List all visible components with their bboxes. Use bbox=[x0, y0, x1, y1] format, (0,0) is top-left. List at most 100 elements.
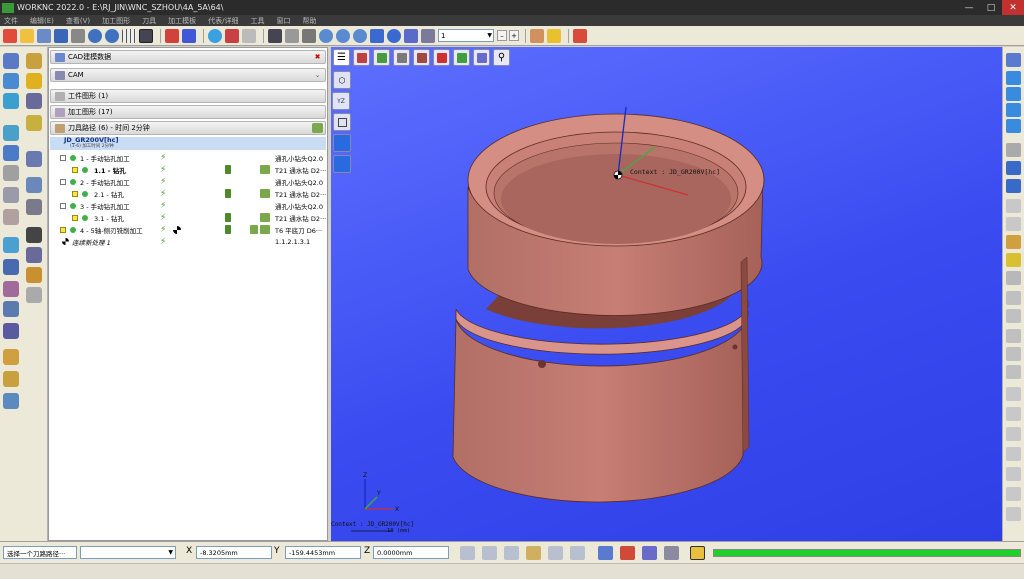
tree-checkbox[interactable] bbox=[60, 154, 66, 161]
view-combo[interactable]: 1 ▼ bbox=[438, 29, 494, 42]
tree-checkbox[interactable] bbox=[60, 178, 66, 185]
solid-icon[interactable] bbox=[3, 53, 19, 69]
select-line-icon[interactable] bbox=[504, 546, 519, 560]
layer-icon[interactable] bbox=[26, 93, 42, 109]
menu-icon[interactable]: ☰ bbox=[333, 49, 350, 66]
box-view-button[interactable] bbox=[333, 113, 351, 131]
info-icon[interactable] bbox=[598, 546, 613, 560]
light-icon[interactable] bbox=[1006, 199, 1021, 213]
cam-section-header[interactable]: CAM ⌄ bbox=[50, 68, 326, 82]
green-cube-button[interactable] bbox=[453, 49, 470, 66]
search-icon[interactable]: ⚲ bbox=[493, 49, 510, 66]
decrement-button[interactable]: – bbox=[497, 30, 507, 41]
lightning-icon[interactable] bbox=[26, 73, 42, 89]
maximize-button[interactable]: □ bbox=[980, 0, 1002, 15]
open-folder-icon[interactable] bbox=[20, 28, 34, 43]
select-box-icon[interactable] bbox=[482, 546, 497, 560]
pan-icon[interactable] bbox=[370, 28, 384, 43]
probe-icon[interactable] bbox=[26, 247, 42, 263]
wireframe-view-button[interactable] bbox=[373, 49, 390, 66]
triad-icon[interactable] bbox=[182, 28, 196, 43]
save-icon[interactable] bbox=[54, 28, 68, 43]
y-coordinate-field[interactable]: -159.4453mm bbox=[285, 546, 361, 559]
feature-icon[interactable] bbox=[26, 177, 42, 193]
point-icon[interactable] bbox=[26, 199, 42, 215]
zoom-window-icon[interactable] bbox=[319, 28, 333, 43]
material-icon[interactable] bbox=[3, 281, 19, 297]
red-cube-button[interactable] bbox=[433, 49, 450, 66]
measure-icon[interactable] bbox=[3, 301, 19, 317]
tree-checkbox[interactable] bbox=[60, 202, 66, 209]
boundary-icon[interactable] bbox=[3, 187, 19, 203]
zoom-icon[interactable] bbox=[336, 28, 350, 43]
machining-geometry-header[interactable]: 加工图形 (17) bbox=[50, 105, 326, 119]
tool-settings-icon[interactable] bbox=[530, 28, 544, 43]
export-icon[interactable] bbox=[3, 349, 19, 365]
tree-row-toolpath-3-1[interactable]: 3.1 - 钻孔 ⚡ T21 通水钻 D2··· bbox=[50, 212, 326, 224]
redo-icon[interactable] bbox=[105, 28, 119, 43]
iso-view-button[interactable]: ⬡ bbox=[333, 71, 351, 89]
tool-2-icon[interactable] bbox=[1006, 467, 1021, 481]
layers-icon[interactable] bbox=[1006, 179, 1021, 193]
select-point-icon[interactable] bbox=[526, 546, 541, 560]
display-icon[interactable] bbox=[242, 28, 256, 43]
tree-row-toolpath-2-1[interactable]: 2.1 - 钻孔 ⚡ T21 通水钻 D2··· bbox=[50, 188, 326, 200]
menu-template[interactable]: 加工模板 bbox=[168, 16, 196, 26]
shaded-view-button[interactable] bbox=[353, 49, 370, 66]
cad-section-header[interactable]: CAD建模数据 ✖ bbox=[50, 50, 326, 64]
grid-icon[interactable] bbox=[122, 28, 136, 43]
tree-checkbox[interactable] bbox=[72, 166, 78, 173]
counter-icon[interactable] bbox=[26, 227, 42, 243]
z-coordinate-field[interactable]: 0.0000mm bbox=[373, 546, 449, 559]
clip-icon[interactable] bbox=[1006, 161, 1021, 175]
hand-icon[interactable] bbox=[1006, 387, 1021, 401]
chart-icon[interactable] bbox=[642, 546, 657, 560]
drill-icon[interactable] bbox=[26, 151, 42, 167]
tree-row-toolpath-1-1[interactable]: 1.1 - 钻孔 ⚡ T21 通水钻 D2··· bbox=[50, 164, 326, 176]
book-icon[interactable] bbox=[268, 28, 282, 43]
print-icon[interactable] bbox=[71, 28, 85, 43]
tree-checkbox[interactable] bbox=[72, 214, 78, 221]
drop-icon[interactable] bbox=[1006, 407, 1021, 421]
warning-icon[interactable] bbox=[620, 546, 635, 560]
select-polygon-icon[interactable] bbox=[570, 546, 585, 560]
work-geometry-header[interactable]: 工件图形 (1) bbox=[50, 89, 326, 103]
3d-viewport[interactable]: Z X Y Context : JD_GR200V[hc] Context : … bbox=[331, 47, 1002, 541]
post-icon[interactable] bbox=[3, 371, 19, 387]
blue-cube-button[interactable] bbox=[333, 134, 351, 152]
tool-holder-icon[interactable] bbox=[3, 259, 19, 275]
cube-front-icon[interactable] bbox=[1006, 71, 1021, 85]
axis-icon[interactable] bbox=[165, 28, 179, 43]
hole-icon[interactable] bbox=[3, 165, 19, 181]
bulb-icon[interactable] bbox=[1006, 217, 1021, 231]
tool-3-icon[interactable] bbox=[1006, 487, 1021, 501]
tree-row-continuous[interactable]: 连续新处理 1 ⚡ 1.1.2.1.3.1 bbox=[50, 236, 326, 248]
tool-icon[interactable] bbox=[1006, 447, 1021, 461]
menu-view[interactable]: 查看(V) bbox=[66, 16, 90, 26]
mesh-icon[interactable] bbox=[3, 93, 19, 109]
hand-2-icon[interactable] bbox=[1006, 427, 1021, 441]
pointer-icon[interactable] bbox=[1006, 309, 1021, 323]
fit-icon[interactable] bbox=[302, 28, 316, 43]
stock-icon[interactable] bbox=[26, 115, 42, 131]
arrow-up-icon[interactable] bbox=[1006, 329, 1021, 343]
clipboard-icon[interactable] bbox=[285, 28, 299, 43]
highlight-icon[interactable] bbox=[1006, 253, 1021, 267]
layer-view-button[interactable] bbox=[473, 49, 490, 66]
edit-icon[interactable] bbox=[3, 28, 17, 43]
increment-button[interactable]: + bbox=[509, 30, 519, 41]
report-icon[interactable] bbox=[573, 28, 587, 43]
select-arrow-icon[interactable] bbox=[460, 546, 475, 560]
x-coordinate-field[interactable]: -8.3205mm bbox=[196, 546, 272, 559]
star-icon[interactable] bbox=[1006, 235, 1021, 249]
tree-row-workzone[interactable]: JD_GR200V[hc] (1-6) 加工时间 2分钟 bbox=[50, 136, 326, 150]
view-cube-icon[interactable] bbox=[1006, 53, 1021, 67]
wizard-icon[interactable] bbox=[547, 28, 561, 43]
section-view-button[interactable] bbox=[413, 49, 430, 66]
cube-right-icon[interactable] bbox=[1006, 103, 1021, 117]
gear-icon[interactable] bbox=[1006, 291, 1021, 305]
toolpath-action-icon[interactable] bbox=[312, 123, 323, 133]
window-icon[interactable] bbox=[139, 28, 153, 43]
zoom-in-icon[interactable] bbox=[353, 28, 367, 43]
machine-icon[interactable] bbox=[3, 323, 19, 339]
